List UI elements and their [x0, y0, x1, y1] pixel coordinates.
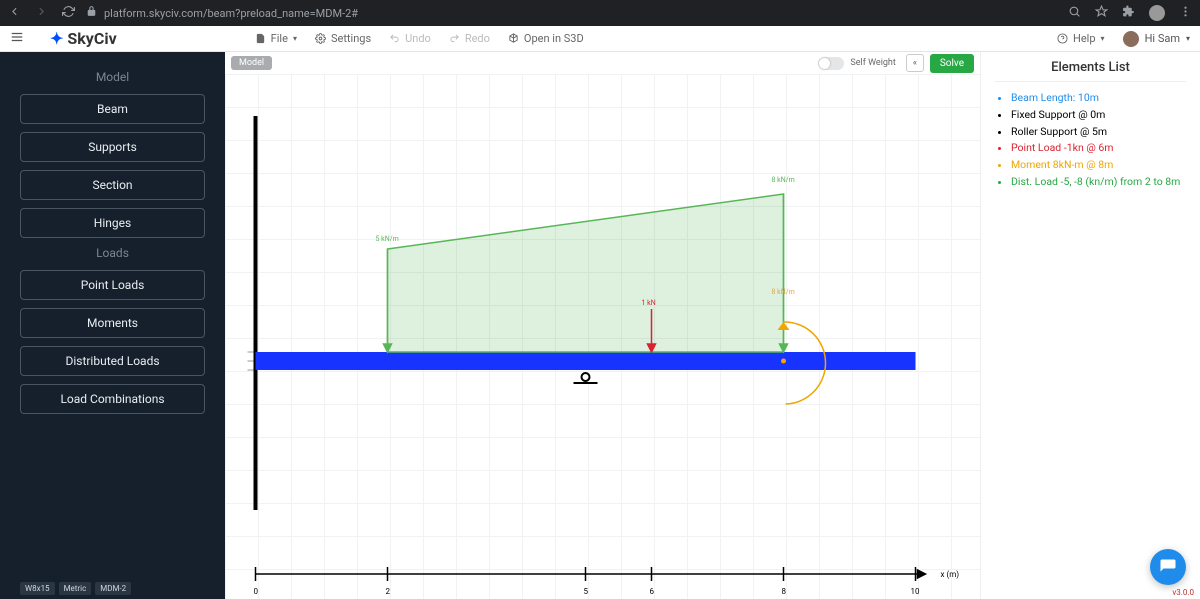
back-icon[interactable] — [8, 5, 21, 21]
redo-label: Redo — [465, 32, 490, 45]
sidebar-item-section[interactable]: Section — [20, 170, 205, 200]
dist-end-bottom-label: 8 kN/m — [772, 288, 795, 296]
menu-icon[interactable] — [10, 30, 24, 47]
sidebar-section-model: Model — [20, 70, 205, 84]
file-label: File — [271, 32, 288, 45]
distributed-load[interactable] — [388, 194, 784, 352]
file-menu[interactable]: File ▾ — [255, 32, 297, 45]
point-load-label: 1 kN — [642, 299, 656, 307]
undo-label: Undo — [405, 32, 431, 45]
app-toolbar: ✦ SkyCiv File ▾ Settings Undo Redo Open … — [0, 26, 1200, 52]
avatar — [1123, 31, 1139, 47]
self-weight-toggle[interactable] — [818, 57, 844, 70]
collapse-right-panel-button[interactable]: « — [906, 54, 924, 72]
elements-panel: Elements List Beam Length: 10m Fixed Sup… — [980, 52, 1200, 599]
axis-tick-10: 10 — [911, 587, 920, 596]
reload-icon[interactable] — [62, 5, 75, 21]
axis-tick-0: 0 — [254, 587, 259, 596]
redo-button[interactable]: Redo — [449, 32, 490, 45]
open-s3d-button[interactable]: Open in S3D — [508, 32, 584, 45]
beam-diagram[interactable]: 5 kN/m 8 kN/m 8 kN/m 1 kN — [225, 74, 980, 599]
sidebar-item-hinges[interactable]: Hinges — [20, 208, 205, 238]
sidebar-item-beam[interactable]: Beam — [20, 94, 205, 124]
star-icon[interactable] — [1095, 5, 1108, 21]
axis-tick-5: 5 — [584, 587, 589, 596]
axis-label: x (m) — [941, 570, 960, 579]
beam-body[interactable] — [256, 352, 916, 370]
elements-list: Beam Length: 10m Fixed Support @ 0m Roll… — [995, 90, 1186, 191]
tag-model[interactable]: MDM-2 — [95, 582, 131, 595]
sidebar: Model Beam Supports Section Hinges Loads… — [0, 52, 225, 599]
list-item[interactable]: Fixed Support @ 0m — [1011, 107, 1186, 124]
user-greeting: Hi Sam — [1145, 32, 1180, 45]
chevron-down-icon: ▾ — [1186, 34, 1190, 43]
canvas: Model Self Weight « Solve — [225, 52, 980, 599]
list-item[interactable]: Roller Support @ 5m — [1011, 124, 1186, 141]
browser-bar: platform.skyciv.com/beam?preload_name=MD… — [0, 0, 1200, 26]
user-menu[interactable]: Hi Sam ▾ — [1123, 31, 1190, 47]
sidebar-item-point-loads[interactable]: Point Loads — [20, 270, 205, 300]
settings-label: Settings — [331, 32, 371, 45]
version-label: v3.0.0 — [1172, 588, 1194, 597]
lock-icon — [85, 5, 98, 21]
extensions-icon[interactable] — [1122, 5, 1135, 21]
sidebar-item-distributed-loads[interactable]: Distributed Loads — [20, 346, 205, 376]
help-menu[interactable]: Help ▾ — [1057, 32, 1105, 45]
undo-button[interactable]: Undo — [389, 32, 431, 45]
help-label: Help — [1073, 32, 1096, 45]
chevron-down-icon: ▾ — [293, 34, 297, 43]
more-icon[interactable] — [1179, 5, 1192, 21]
tag-units[interactable]: Metric — [59, 582, 92, 595]
address-bar-text[interactable]: platform.skyciv.com/beam?preload_name=MD… — [104, 7, 358, 20]
tag-section[interactable]: W8x15 — [20, 582, 55, 595]
sidebar-item-load-combinations[interactable]: Load Combinations — [20, 384, 205, 414]
dist-end-label: 8 kN/m — [772, 176, 795, 184]
list-item[interactable]: Point Load -1kn @ 6m — [1011, 140, 1186, 157]
sidebar-section-loads: Loads — [20, 246, 205, 260]
logo-mark-icon: ✦ — [50, 29, 63, 48]
x-axis — [256, 567, 926, 581]
roller-support — [574, 373, 598, 383]
chat-button[interactable] — [1150, 549, 1186, 585]
self-weight-label: Self Weight — [850, 58, 895, 68]
list-item[interactable]: Beam Length: 10m — [1011, 90, 1186, 107]
list-item[interactable]: Moment 8kN-m @ 8m — [1011, 157, 1186, 174]
solve-button[interactable]: Solve — [930, 54, 974, 73]
elements-title: Elements List — [995, 60, 1186, 82]
list-item[interactable]: Dist. Load -5, -8 (kn/m) from 2 to 8m — [1011, 174, 1186, 191]
sidebar-item-moments[interactable]: Moments — [20, 308, 205, 338]
axis-tick-8: 8 — [782, 587, 787, 596]
brand-text: SkyCiv — [67, 29, 116, 48]
axis-tick-2: 2 — [386, 587, 391, 596]
forward-icon[interactable] — [35, 5, 48, 21]
canvas-header: Model Self Weight « Solve — [225, 52, 980, 74]
tab-model[interactable]: Model — [231, 56, 272, 70]
dist-start-label: 5 kN/m — [376, 235, 399, 243]
moment-marker — [781, 359, 786, 364]
chevron-down-icon: ▾ — [1101, 34, 1105, 43]
brand-logo[interactable]: ✦ SkyCiv — [50, 29, 117, 48]
profile-icon[interactable] — [1149, 5, 1165, 21]
search-icon[interactable] — [1068, 5, 1081, 21]
axis-tick-6: 6 — [650, 587, 655, 596]
sidebar-item-supports[interactable]: Supports — [20, 132, 205, 162]
settings-menu[interactable]: Settings — [315, 32, 371, 45]
sidebar-tags: W8x15 Metric MDM-2 — [20, 582, 131, 595]
open-s3d-label: Open in S3D — [524, 32, 584, 45]
